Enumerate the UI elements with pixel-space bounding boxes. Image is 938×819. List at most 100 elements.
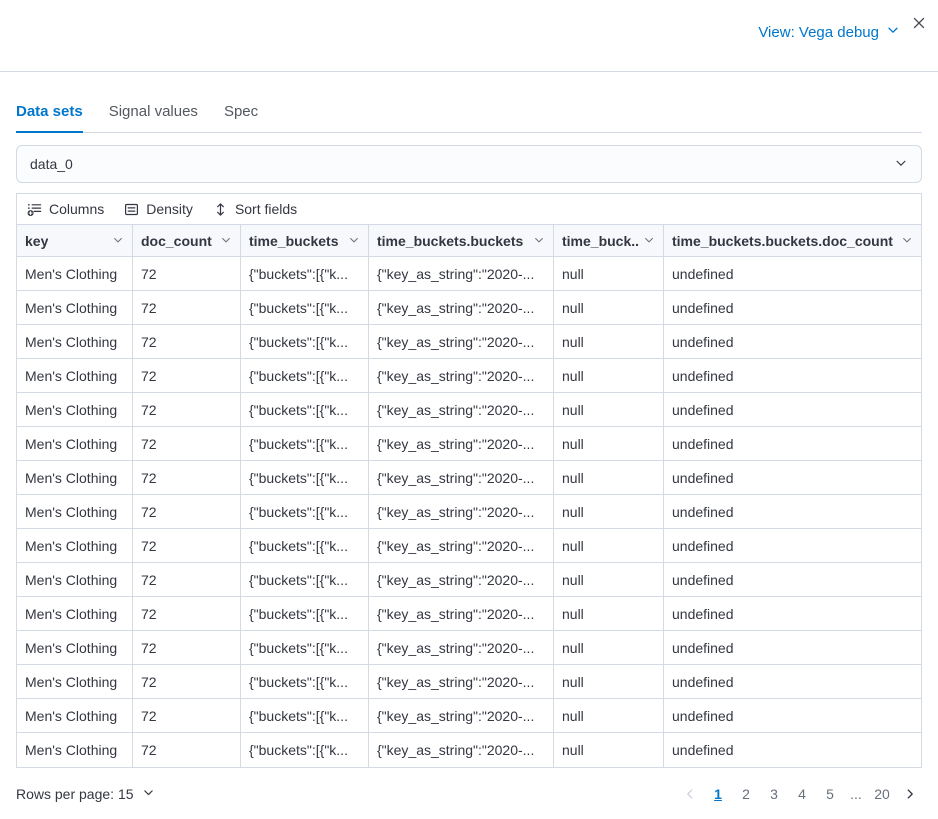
table-cell[interactable]: null bbox=[554, 529, 664, 562]
table-cell[interactable]: null bbox=[554, 325, 664, 358]
page-button-3[interactable]: 3 bbox=[762, 782, 786, 806]
column-header-time-buck[interactable]: time_buck... bbox=[554, 225, 664, 256]
table-cell[interactable]: null bbox=[554, 699, 664, 732]
table-cell[interactable]: undefined bbox=[664, 631, 921, 664]
table-cell[interactable]: 72 bbox=[133, 495, 241, 528]
table-cell[interactable]: undefined bbox=[664, 257, 921, 290]
table-cell[interactable]: undefined bbox=[664, 665, 921, 698]
table-cell[interactable]: {"key_as_string":"2020-... bbox=[369, 461, 554, 494]
table-cell[interactable]: 72 bbox=[133, 427, 241, 460]
table-cell[interactable]: undefined bbox=[664, 359, 921, 392]
view-selector-button[interactable]: View: Vega debug bbox=[758, 23, 900, 41]
table-cell[interactable]: {"buckets":[{"k... bbox=[241, 393, 369, 426]
table-cell[interactable]: 72 bbox=[133, 699, 241, 732]
columns-button[interactable]: Columns bbox=[27, 201, 104, 217]
table-cell[interactable]: 72 bbox=[133, 461, 241, 494]
table-cell[interactable]: {"buckets":[{"k... bbox=[241, 427, 369, 460]
table-cell[interactable]: undefined bbox=[664, 495, 921, 528]
table-cell[interactable]: null bbox=[554, 563, 664, 596]
column-header-time-buckets-buckets-doc-count[interactable]: time_buckets.buckets.doc_count bbox=[664, 225, 921, 256]
page-button-2[interactable]: 2 bbox=[734, 782, 758, 806]
table-cell[interactable]: Men's Clothing bbox=[17, 257, 133, 290]
table-cell[interactable]: undefined bbox=[664, 393, 921, 426]
table-cell[interactable]: {"key_as_string":"2020-... bbox=[369, 427, 554, 460]
table-cell[interactable]: null bbox=[554, 427, 664, 460]
sort-fields-button[interactable]: Sort fields bbox=[213, 201, 297, 217]
table-cell[interactable]: 72 bbox=[133, 325, 241, 358]
column-header-time-buckets-buckets[interactable]: time_buckets.buckets bbox=[369, 225, 554, 256]
table-cell[interactable]: {"key_as_string":"2020-... bbox=[369, 733, 554, 767]
close-icon[interactable] bbox=[908, 12, 930, 34]
table-cell[interactable]: Men's Clothing bbox=[17, 733, 133, 767]
table-cell[interactable]: {"buckets":[{"k... bbox=[241, 563, 369, 596]
page-button-20[interactable]: 20 bbox=[870, 782, 894, 806]
table-cell[interactable]: Men's Clothing bbox=[17, 291, 133, 324]
table-cell[interactable]: {"buckets":[{"k... bbox=[241, 325, 369, 358]
table-cell[interactable]: undefined bbox=[664, 291, 921, 324]
table-cell[interactable]: undefined bbox=[664, 699, 921, 732]
table-cell[interactable]: {"buckets":[{"k... bbox=[241, 461, 369, 494]
tab-data-sets[interactable]: Data sets bbox=[16, 103, 83, 133]
table-cell[interactable]: {"key_as_string":"2020-... bbox=[369, 291, 554, 324]
table-cell[interactable]: {"key_as_string":"2020-... bbox=[369, 393, 554, 426]
table-cell[interactable]: null bbox=[554, 359, 664, 392]
table-cell[interactable]: {"key_as_string":"2020-... bbox=[369, 631, 554, 664]
table-cell[interactable]: Men's Clothing bbox=[17, 325, 133, 358]
table-cell[interactable]: {"key_as_string":"2020-... bbox=[369, 665, 554, 698]
table-cell[interactable]: 72 bbox=[133, 291, 241, 324]
table-cell[interactable]: null bbox=[554, 461, 664, 494]
table-cell[interactable]: {"buckets":[{"k... bbox=[241, 597, 369, 630]
table-cell[interactable]: 72 bbox=[133, 597, 241, 630]
table-cell[interactable]: {"key_as_string":"2020-... bbox=[369, 257, 554, 290]
table-cell[interactable]: {"buckets":[{"k... bbox=[241, 291, 369, 324]
table-cell[interactable]: undefined bbox=[664, 597, 921, 630]
table-cell[interactable]: 72 bbox=[133, 359, 241, 392]
tab-signal-values[interactable]: Signal values bbox=[109, 103, 198, 133]
table-cell[interactable]: null bbox=[554, 631, 664, 664]
table-cell[interactable]: Men's Clothing bbox=[17, 563, 133, 596]
table-cell[interactable]: {"buckets":[{"k... bbox=[241, 733, 369, 767]
rows-per-page-button[interactable]: Rows per page: 15 bbox=[16, 786, 155, 802]
column-header-doc-count[interactable]: doc_count bbox=[133, 225, 241, 256]
table-cell[interactable]: 72 bbox=[133, 631, 241, 664]
table-cell[interactable]: 72 bbox=[133, 563, 241, 596]
table-cell[interactable]: {"buckets":[{"k... bbox=[241, 359, 369, 392]
table-cell[interactable]: Men's Clothing bbox=[17, 529, 133, 562]
table-cell[interactable]: {"buckets":[{"k... bbox=[241, 257, 369, 290]
table-cell[interactable]: 72 bbox=[133, 529, 241, 562]
table-cell[interactable]: null bbox=[554, 257, 664, 290]
table-cell[interactable]: {"buckets":[{"k... bbox=[241, 529, 369, 562]
table-cell[interactable]: {"key_as_string":"2020-... bbox=[369, 563, 554, 596]
page-next-button[interactable] bbox=[898, 782, 922, 806]
table-cell[interactable]: 72 bbox=[133, 733, 241, 767]
table-cell[interactable]: {"key_as_string":"2020-... bbox=[369, 699, 554, 732]
table-cell[interactable]: Men's Clothing bbox=[17, 393, 133, 426]
table-cell[interactable]: Men's Clothing bbox=[17, 495, 133, 528]
table-cell[interactable]: undefined bbox=[664, 325, 921, 358]
table-cell[interactable]: {"buckets":[{"k... bbox=[241, 631, 369, 664]
page-prev-button[interactable] bbox=[678, 782, 702, 806]
table-cell[interactable]: Men's Clothing bbox=[17, 427, 133, 460]
page-button-4[interactable]: 4 bbox=[790, 782, 814, 806]
table-cell[interactable]: {"key_as_string":"2020-... bbox=[369, 495, 554, 528]
column-header-time-buckets[interactable]: time_buckets bbox=[241, 225, 369, 256]
table-cell[interactable]: null bbox=[554, 393, 664, 426]
table-cell[interactable]: null bbox=[554, 665, 664, 698]
dataset-select[interactable]: data_0 bbox=[16, 145, 922, 183]
table-cell[interactable]: 72 bbox=[133, 257, 241, 290]
column-header-key[interactable]: key bbox=[17, 225, 133, 256]
tab-spec[interactable]: Spec bbox=[224, 103, 258, 133]
table-cell[interactable]: Men's Clothing bbox=[17, 631, 133, 664]
table-cell[interactable]: {"key_as_string":"2020-... bbox=[369, 597, 554, 630]
table-cell[interactable]: undefined bbox=[664, 563, 921, 596]
table-cell[interactable]: {"buckets":[{"k... bbox=[241, 665, 369, 698]
table-cell[interactable]: {"buckets":[{"k... bbox=[241, 699, 369, 732]
table-cell[interactable]: Men's Clothing bbox=[17, 665, 133, 698]
table-cell[interactable]: 72 bbox=[133, 393, 241, 426]
table-cell[interactable]: Men's Clothing bbox=[17, 461, 133, 494]
table-cell[interactable]: Men's Clothing bbox=[17, 597, 133, 630]
table-cell[interactable]: 72 bbox=[133, 665, 241, 698]
table-cell[interactable]: Men's Clothing bbox=[17, 699, 133, 732]
table-cell[interactable]: undefined bbox=[664, 461, 921, 494]
table-cell[interactable]: {"key_as_string":"2020-... bbox=[369, 359, 554, 392]
